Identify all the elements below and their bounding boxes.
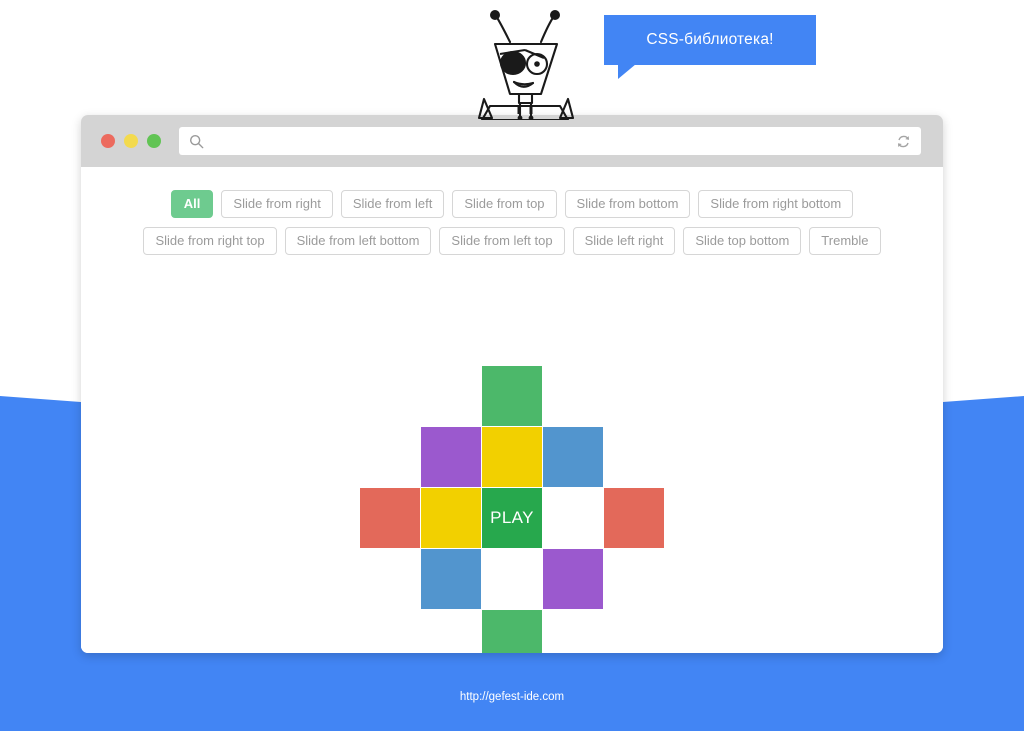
address-bar[interactable]	[179, 127, 921, 155]
filter-button-5[interactable]: Slide from right bottom	[698, 190, 854, 218]
tile-red[interactable]	[360, 488, 420, 548]
footer-url[interactable]: http://gefest-ide.com	[0, 691, 1024, 703]
filter-button-11[interactable]: Tremble	[809, 227, 881, 255]
tile-empty	[604, 610, 664, 653]
tile-yellow[interactable]	[482, 427, 542, 487]
tile-empty	[360, 427, 420, 487]
tile-white[interactable]	[482, 549, 542, 609]
robot-pirate-mascot-icon	[477, 10, 575, 120]
traffic-lights	[101, 134, 161, 148]
minimize-button[interactable]	[124, 134, 138, 148]
tile-red[interactable]	[604, 488, 664, 548]
browser-window: All Slide from right Slide from left Slide …	[81, 115, 943, 653]
tile-empty	[360, 549, 420, 609]
filter-button-9[interactable]: Slide left right	[572, 227, 676, 255]
tile-grid: PLAY	[360, 366, 664, 653]
tile-empty	[421, 610, 481, 653]
filter-button-10[interactable]: Slide top bottom	[683, 227, 802, 255]
address-input[interactable]	[204, 128, 896, 154]
tile-empty	[543, 610, 603, 653]
tile-green[interactable]	[482, 366, 542, 426]
filter-bar: All Slide from right Slide from left Slide …	[132, 167, 892, 255]
play-tile[interactable]: PLAY	[482, 488, 542, 548]
maximize-button[interactable]	[147, 134, 161, 148]
tile-empty	[360, 366, 420, 426]
filter-button-6[interactable]: Slide from right top	[143, 227, 277, 255]
tile-empty	[604, 549, 664, 609]
filter-button-8[interactable]: Slide from left top	[439, 227, 565, 255]
filter-button-4[interactable]: Slide from bottom	[564, 190, 691, 218]
filter-button-2[interactable]: Slide from left	[340, 190, 445, 218]
browser-content: All Slide from right Slide from left Slide …	[81, 167, 943, 653]
filter-button-7[interactable]: Slide from left bottom	[284, 227, 432, 255]
tile-purple[interactable]	[421, 427, 481, 487]
speech-bubble-text: CSS-библиотека!	[646, 31, 774, 48]
search-icon	[189, 134, 204, 148]
browser-toolbar	[81, 115, 943, 167]
tile-green[interactable]	[482, 610, 542, 653]
tile-white[interactable]	[543, 488, 603, 548]
tile-blue[interactable]	[421, 549, 481, 609]
close-button[interactable]	[101, 134, 115, 148]
filter-button-3[interactable]: Slide from top	[452, 190, 557, 218]
tile-purple[interactable]	[543, 549, 603, 609]
tile-empty	[604, 366, 664, 426]
tile-empty	[421, 366, 481, 426]
mascot-area: CSS-библиотека!	[0, 0, 1024, 120]
tile-yellow[interactable]	[421, 488, 481, 548]
refresh-icon[interactable]	[896, 134, 911, 149]
filter-button-0[interactable]: All	[170, 190, 214, 218]
speech-bubble: CSS-библиотека!	[604, 15, 816, 79]
tile-blue[interactable]	[543, 427, 603, 487]
speech-bubble-tail	[618, 64, 636, 79]
tile-empty	[604, 427, 664, 487]
tile-empty	[360, 610, 420, 653]
tile-empty	[543, 366, 603, 426]
filter-button-1[interactable]: Slide from right	[221, 190, 333, 218]
